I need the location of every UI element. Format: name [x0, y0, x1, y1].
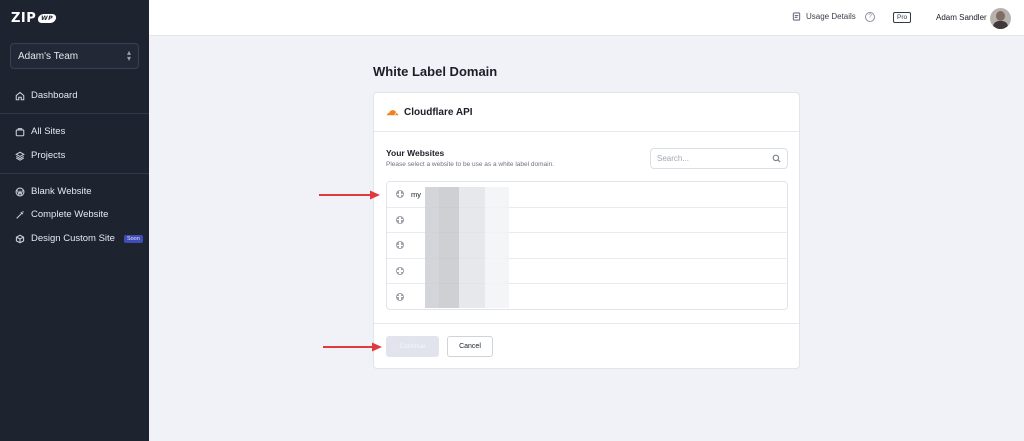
continue-button[interactable]: Continue: [386, 336, 439, 357]
sidebar-item-label: Projects: [31, 150, 66, 161]
card-footer-divider: [374, 323, 799, 324]
sidebar-item-label: Complete Website: [31, 209, 109, 220]
sidebar-item-all-sites[interactable]: All Sites: [15, 126, 65, 137]
top-bar: Usage Details ? Pro Adam Sandler: [149, 0, 1024, 36]
sidebar: ZIP WP Adam's Team ▴ ▾ Dashboard All Site…: [0, 0, 149, 441]
cube-icon: [15, 234, 25, 243]
layers-icon: [15, 151, 25, 161]
section-subtitle: Please select a website to be use as a w…: [386, 161, 555, 168]
team-selector[interactable]: Adam's Team ▴ ▾: [10, 43, 139, 69]
globe-icon: [396, 215, 404, 224]
help-icon[interactable]: ?: [865, 12, 875, 22]
avatar-body: [993, 21, 1008, 29]
plan-badge: Pro: [893, 12, 912, 23]
page-title: White Label Domain: [373, 64, 498, 79]
briefcase-icon: [15, 127, 25, 136]
section-title: Your Websites: [386, 148, 445, 158]
search-icon: [772, 154, 781, 163]
wordpress-icon: [15, 187, 25, 196]
user-name[interactable]: Adam Sandler: [936, 13, 987, 22]
cancel-button[interactable]: Cancel: [447, 336, 493, 357]
document-icon: [792, 12, 801, 21]
avatar-head: [996, 11, 1005, 21]
globe-icon: [396, 241, 404, 250]
provider-name: Cloudflare API: [404, 106, 473, 118]
sidebar-item-label: Dashboard: [31, 90, 78, 101]
white-label-card: Cloudflare API Your Websites Please sele…: [373, 92, 800, 369]
logo-badge: WP: [37, 14, 58, 23]
globe-icon: [396, 190, 404, 199]
redaction-blur: [485, 187, 509, 308]
soon-badge: Soon: [123, 234, 143, 243]
search-placeholder: Search...: [657, 154, 690, 163]
sidebar-divider: [0, 173, 149, 174]
team-name: Adam's Team: [18, 50, 79, 62]
sidebar-item-label: All Sites: [31, 126, 66, 137]
redaction-blur: [439, 187, 459, 308]
logo-text: ZIP: [11, 11, 37, 26]
annotation-arrow: [323, 342, 382, 352]
globe-icon: [396, 292, 404, 301]
card-header: Cloudflare API: [374, 93, 799, 132]
sidebar-item-dashboard[interactable]: Dashboard: [15, 90, 77, 101]
magic-wand-icon: [16, 210, 24, 219]
site-list: my: [386, 181, 788, 310]
home-icon: [15, 91, 25, 100]
sidebar-item-label: Design Custom Site: [31, 233, 115, 244]
usage-details-label: Usage Details: [806, 12, 856, 21]
sidebar-divider: [0, 113, 149, 114]
usage-details-link[interactable]: Usage Details: [792, 12, 856, 21]
zipwp-logo[interactable]: ZIP WP: [11, 11, 58, 26]
site-name: my: [411, 189, 421, 199]
sidebar-item-blank-website[interactable]: Blank Website: [15, 186, 92, 197]
search-input[interactable]: Search...: [650, 148, 788, 169]
annotation-arrow: [319, 190, 380, 200]
avatar[interactable]: [990, 8, 1011, 29]
redaction-blur: [425, 187, 439, 308]
cloudflare-icon: [386, 109, 399, 115]
chevron-up-down-icon: ▴ ▾: [126, 48, 131, 63]
sidebar-item-design-custom-site[interactable]: Design Custom Site Soon: [15, 233, 143, 244]
sidebar-item-projects[interactable]: Projects: [15, 150, 65, 161]
sidebar-item-label: Blank Website: [31, 186, 92, 197]
sidebar-item-complete-website[interactable]: Complete Website: [15, 209, 108, 220]
redaction-blur: [459, 187, 485, 308]
globe-icon: [396, 267, 404, 276]
